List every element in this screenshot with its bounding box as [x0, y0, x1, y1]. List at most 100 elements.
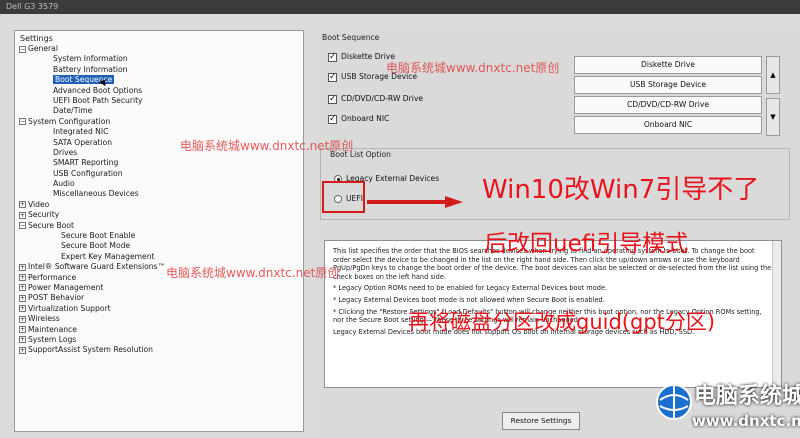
move-down-arrow-icon[interactable]: ▼	[766, 98, 780, 136]
description-scrollbar[interactable]	[772, 241, 781, 387]
tree-item[interactable]: + Video	[15, 200, 303, 210]
tree-item-label: UEFI Boot Path Security	[53, 95, 143, 105]
device-checkbox-cd[interactable]: CD/DVD/CD-RW Drive	[328, 93, 423, 105]
restore-settings-button[interactable]: Restore Settings	[502, 412, 580, 430]
tree-item[interactable]: − General	[15, 44, 303, 54]
tree-item[interactable]: Expert Key Management	[15, 252, 303, 262]
expand-icon[interactable]: +	[19, 274, 26, 282]
expand-icon[interactable]: +	[19, 211, 26, 219]
tree-item-label: Intel® Software Guard Extensions™	[28, 262, 166, 272]
window-title: Dell G3 3579	[0, 0, 800, 14]
tree-item[interactable]: UEFI Boot Path Security	[15, 96, 303, 106]
tree-item[interactable]: USB Configuration	[15, 169, 303, 179]
tree-item[interactable]: − System Configuration	[15, 117, 303, 127]
tree-item-label: General	[28, 44, 58, 53]
tree-item[interactable]: Miscellaneous Devices	[15, 189, 303, 199]
watermark-text: 电脑系统城www.dnxtc.net原创	[166, 266, 340, 280]
tree-item[interactable]: Secure Boot Enable	[15, 231, 303, 241]
tree-item-label: Miscellaneous Devices	[53, 189, 139, 199]
tree-item[interactable]: + SupportAssist System Resolution	[15, 345, 303, 355]
boot-order-item[interactable]: Onboard NIC	[574, 116, 762, 134]
tree-item[interactable]: Integrated NIC	[15, 127, 303, 137]
device-checkbox-nic[interactable]: Onboard NIC	[328, 113, 389, 125]
collapse-icon[interactable]: −	[19, 118, 26, 126]
tree-item[interactable]: Boot Sequence	[15, 75, 303, 85]
tree-item-label: Wireless	[28, 314, 60, 324]
tree-item-label: POST Behavior	[28, 293, 85, 303]
tree-item[interactable]: + Maintenance	[15, 325, 303, 335]
checkbox-icon	[328, 71, 337, 83]
tree-item-label: Secure Boot	[28, 220, 74, 230]
expand-icon[interactable]: +	[19, 294, 26, 302]
tree-item[interactable]: + POST Behavior	[15, 293, 303, 303]
description-paragraph: * Legacy Option ROMs need to be enabled …	[333, 284, 608, 293]
tree-item[interactable]: Secure Boot Mode	[15, 241, 303, 251]
tree-item-label: System Logs	[28, 334, 77, 344]
tree-item[interactable]: + Power Management	[15, 283, 303, 293]
checkbox-icon	[328, 51, 337, 63]
tree-item-label: Secure Boot Mode	[61, 241, 131, 251]
boot-order-item[interactable]: CD/DVD/CD-RW Drive	[574, 96, 762, 114]
description-paragraph: * Legacy External Devices boot mode is n…	[333, 295, 605, 304]
tree-item-label: Integrated NIC	[53, 127, 109, 137]
tree-item-label: Performance	[28, 272, 77, 282]
tree-item-label: Expert Key Management	[61, 251, 155, 261]
watermark-text: 电脑系统城www.dnxtc.net原创	[386, 61, 560, 75]
tree-item[interactable]: Audio	[15, 179, 303, 189]
tree-item[interactable]: − Secure Boot	[15, 221, 303, 231]
expand-icon[interactable]: +	[19, 263, 26, 271]
annotation-line-2: 后改回uefi引导模式	[484, 231, 689, 257]
tree-item-label: System Configuration	[28, 116, 111, 126]
tree-item[interactable]: + Virtualization Support	[15, 304, 303, 314]
expand-icon[interactable]: +	[19, 305, 26, 313]
settings-tree-panel: Settings − General System Information Batte…	[14, 30, 304, 432]
tree-item-label: Advanced Boot Options	[53, 85, 143, 95]
red-arrow-icon	[367, 196, 463, 208]
logo-name: 电脑系统城	[694, 384, 800, 409]
tree-item[interactable]: + Security	[15, 210, 303, 220]
tree-item-label: Battery Information	[53, 64, 128, 74]
site-logo: 电脑系统城 www.dnxtc.net	[648, 374, 800, 438]
expand-icon[interactable]: +	[19, 326, 26, 334]
expand-icon[interactable]: +	[19, 336, 26, 344]
boot-order-item[interactable]: USB Storage Device	[574, 76, 762, 94]
checkbox-icon	[328, 93, 337, 105]
tree-item-label: Power Management	[28, 282, 104, 292]
expand-icon[interactable]: +	[19, 346, 26, 354]
tree-item-label: SMART Reporting	[53, 158, 119, 168]
device-checkbox-diskette[interactable]: Diskette Drive	[328, 51, 395, 63]
tree-item[interactable]: Date/Time	[15, 106, 303, 116]
tree-item[interactable]: + Wireless	[15, 314, 303, 324]
globe-logo-icon	[656, 384, 692, 420]
expand-icon[interactable]: +	[19, 284, 26, 292]
uefi-highlight-frame	[322, 181, 365, 213]
tree-item[interactable]: System Information	[15, 54, 303, 64]
bios-screen: Dell G3 3579 Settings − General System Inf…	[0, 0, 800, 438]
settings-tree-title: Settings	[20, 34, 53, 43]
collapse-icon[interactable]: −	[19, 45, 26, 53]
tree-item-label: SupportAssist System Resolution	[28, 345, 153, 355]
boot-order-buttons: ▲ ▼	[766, 56, 780, 136]
expand-icon[interactable]: +	[19, 315, 26, 323]
settings-tree: − General System Information Battery Inform…	[15, 44, 303, 356]
tree-item-label: Security	[28, 210, 60, 220]
boot-sequence-heading: Boot Sequence	[322, 33, 380, 42]
tree-item-label: Virtualization Support	[28, 303, 111, 313]
tree-item-label: Audio	[53, 179, 75, 189]
tree-item[interactable]: + System Logs	[15, 335, 303, 345]
tree-item[interactable]: Battery Information	[15, 65, 303, 75]
checkbox-icon	[328, 113, 337, 125]
tree-item-label: Secure Boot Enable	[61, 231, 136, 241]
expand-icon[interactable]: +	[19, 201, 26, 209]
annotation-line-3: 再将磁盘分区改成guid(gpt分区)	[408, 310, 716, 334]
watermark-text: 电脑系统城www.dnxtc.net原创	[180, 139, 354, 153]
tree-item-label: Video	[28, 199, 50, 209]
tree-item-label: SATA Operation	[53, 137, 113, 147]
tree-item-label: Date/Time	[53, 106, 93, 116]
tree-item[interactable]: SMART Reporting	[15, 158, 303, 168]
tree-item-label: System Information	[53, 54, 128, 64]
move-up-arrow-icon[interactable]: ▲	[766, 56, 780, 94]
tree-item[interactable]: Advanced Boot Options	[15, 86, 303, 96]
collapse-icon[interactable]: −	[19, 222, 26, 230]
boot-order-item[interactable]: Diskette Drive	[574, 56, 762, 74]
